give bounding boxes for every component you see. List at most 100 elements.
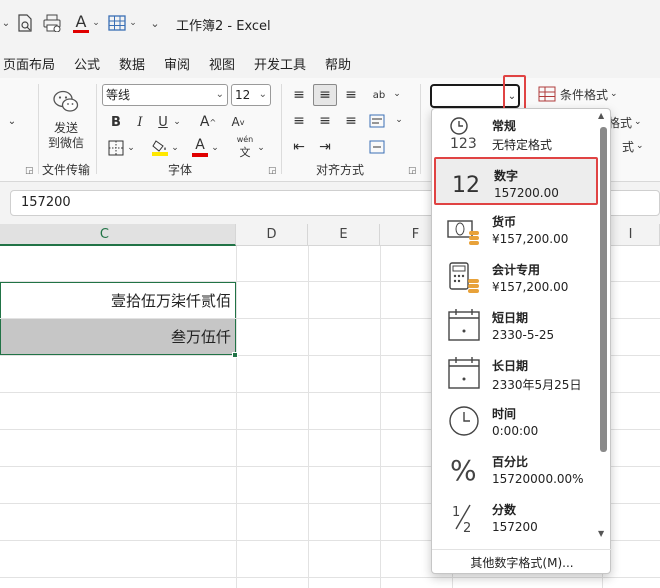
fraction-icon: 12 (452, 504, 471, 535)
font-color-button-bar (192, 152, 208, 157)
align-bottom-icon[interactable]: ≡ (340, 84, 362, 106)
format-item-short-date[interactable]: 短日期 2330-5-25 (434, 301, 598, 349)
column-header-c[interactable]: C (0, 224, 236, 246)
grow-font-button[interactable]: A ^ (198, 112, 218, 132)
print-preview-icon[interactable] (14, 12, 36, 34)
bold-button[interactable]: B (106, 112, 126, 132)
format-item-example: 0:00:00 (492, 424, 539, 438)
align-center-icon[interactable]: ≡ (313, 110, 337, 132)
table-icon[interactable] (106, 12, 128, 34)
font-color-letter: A (75, 11, 87, 31)
printer-icon[interactable] (40, 12, 64, 34)
calendar-icon (448, 357, 480, 389)
format-item-fraction[interactable]: 12 分数 157200 (434, 493, 598, 541)
chevron-down-icon: ⌄ (636, 141, 644, 151)
font-color-button-letter: A (195, 136, 205, 153)
underline-button[interactable]: U (154, 112, 172, 132)
font-size-combo[interactable]: 12 ⌄ (231, 84, 271, 106)
cell-c-lower[interactable]: 叁万伍仟 (0, 319, 236, 355)
more-number-formats-link[interactable]: 其他数字格式(M)... (432, 549, 612, 571)
format-item-name: 短日期 (492, 311, 529, 325)
format-table-label: 格式 (608, 115, 633, 130)
column-header-e[interactable]: E (308, 224, 380, 246)
format-item-accounting[interactable]: 会计专用 ¥157,200.00 (434, 253, 598, 301)
number-format-menu: 123 常规 无特定格式 12 数字 157200.00 货币 ¥157,200… (431, 108, 612, 574)
fill-dropdown-icon[interactable]: ⌄ (170, 140, 180, 156)
shrink-font-button[interactable]: Av (228, 112, 248, 132)
tab-view[interactable]: 视图 (209, 54, 235, 73)
tab-developer[interactable]: 开发工具 (254, 54, 306, 73)
indent-decrease-icon[interactable]: ⇤ (288, 136, 310, 158)
cell-c-upper[interactable]: 壹拾伍万柒仟贰佰 (0, 282, 236, 318)
orientation-dropdown-icon[interactable]: ⌄ (392, 86, 402, 102)
svg-text:2: 2 (463, 521, 471, 535)
format-item-long-date[interactable]: 长日期 2330年5月25日 (434, 349, 598, 397)
font-name-value: 等线 (106, 88, 131, 102)
phonetic-dropdown-icon[interactable]: ⌄ (256, 140, 266, 156)
format-item-example: 无特定格式 (492, 138, 553, 152)
format-item-time[interactable]: 时间 0:00:00 (434, 397, 598, 445)
svg-text:%: % (450, 454, 477, 487)
font-color-button[interactable]: A (190, 136, 210, 158)
border-icon[interactable] (106, 138, 126, 158)
align-middle-icon[interactable]: ≡ (313, 84, 337, 106)
clipboard-launcher-icon[interactable]: ◲ (25, 166, 34, 176)
align-top-icon[interactable]: ≡ (288, 84, 310, 106)
align-right-icon[interactable]: ≡ (340, 110, 362, 132)
cell-styles-button[interactable]: 式 ⌄ (608, 136, 660, 156)
border-dropdown-icon[interactable]: ⌄ (126, 140, 136, 156)
tab-help[interactable]: 帮助 (325, 54, 351, 73)
format-table-button[interactable]: 格式 ⌄ (608, 112, 660, 132)
tab-data[interactable]: 数据 (119, 54, 145, 73)
menu-scrollbar[interactable]: ▲ ▼ (597, 111, 609, 541)
format-item-currency[interactable]: 货币 ¥157,200.00 (434, 205, 598, 253)
grid-line (0, 577, 660, 578)
scroll-down-icon[interactable]: ▼ (598, 529, 604, 538)
format-item-number[interactable]: 12 数字 157200.00 (434, 157, 598, 205)
cell-styles-label: 式 (622, 139, 635, 154)
italic-button[interactable]: I (130, 112, 150, 132)
merge-dropdown-icon[interactable]: ⌄ (394, 112, 404, 128)
fill-handle[interactable] (232, 352, 238, 358)
tab-page-layout[interactable]: 页面布局 (3, 54, 55, 73)
chevron-down-icon[interactable]: ⌄ (216, 85, 224, 105)
phonetic-icon[interactable]: wén 文 (234, 135, 256, 159)
phonetic-glyph: 文 (239, 145, 251, 159)
font-color-btn-dropdown-icon[interactable]: ⌄ (210, 140, 220, 156)
format-item-name: 时间 (492, 407, 517, 421)
table-dropdown-icon[interactable]: ⌄ (128, 12, 138, 34)
column-header-d[interactable]: D (236, 224, 308, 246)
font-launcher-icon[interactable]: ◲ (268, 166, 277, 176)
send-line1[interactable]: 发送 (46, 120, 86, 135)
orientation-text: ab (372, 89, 386, 101)
orientation-icon[interactable]: ab (366, 84, 392, 106)
merge-icon[interactable] (366, 136, 388, 158)
send-line2[interactable]: 到微信 (44, 135, 88, 150)
qa-dropdown-icon[interactable]: ⌄ (0, 12, 12, 34)
font-name-combo[interactable]: 等线 ⌄ (102, 84, 228, 106)
scroll-thumb[interactable] (600, 127, 607, 452)
format-item-general[interactable]: 123 常规 无特定格式 (434, 109, 598, 157)
customize-icon[interactable]: ⌄ (148, 12, 162, 34)
tab-review[interactable]: 审阅 (164, 54, 190, 73)
wrap-text-icon[interactable] (366, 110, 388, 132)
indent-increase-icon[interactable]: ⇥ (313, 136, 337, 158)
align-left-icon[interactable]: ≡ (288, 110, 310, 132)
partial-dropdown-icon[interactable]: ⌄ (6, 114, 18, 128)
chevron-down-icon[interactable]: ⌄ (259, 85, 267, 105)
alignment-launcher-icon[interactable]: ◲ (408, 166, 417, 176)
chevron-down-icon: ⌄ (610, 89, 618, 99)
conditional-format-button[interactable]: 条件格式 ⌄ (538, 84, 628, 104)
font-color-dropdown-icon[interactable]: ⌄ (91, 12, 101, 34)
format-item-percent[interactable]: % 百分比 15720000.00% (434, 445, 598, 493)
tab-formulas[interactable]: 公式 (74, 54, 100, 73)
font-group-label: 字体 (168, 163, 193, 177)
dropdown-arrow-highlight (503, 75, 526, 112)
scroll-up-icon[interactable]: ▲ (598, 111, 604, 120)
alignment-group-label: 对齐方式 (316, 163, 365, 177)
underline-dropdown-icon[interactable]: ⌄ (172, 114, 182, 130)
wechat-send-icon[interactable] (50, 86, 82, 118)
font-color-icon[interactable]: A (70, 12, 92, 34)
fill-color-icon[interactable] (150, 136, 170, 158)
format-item-name: 分数 (492, 503, 517, 517)
